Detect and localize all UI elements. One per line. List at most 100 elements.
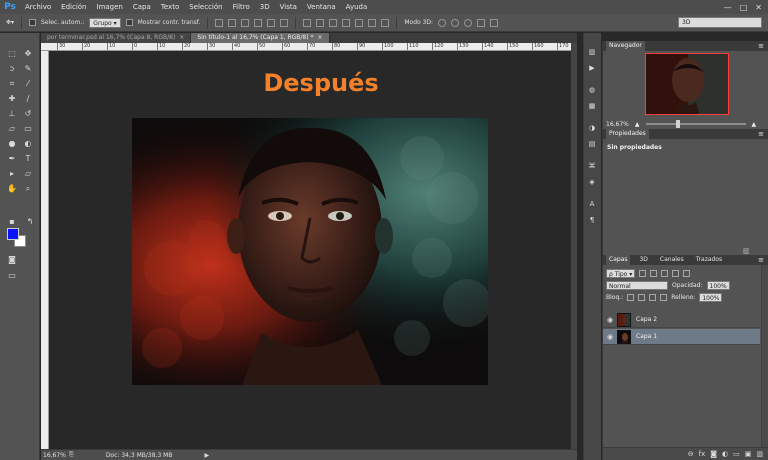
distribute-hcenter-icon[interactable] [355, 18, 364, 27]
align-left-icon[interactable] [254, 18, 263, 27]
tab-trazados[interactable]: Trazados [693, 255, 725, 265]
adjustment-layer-icon[interactable]: ◐ [722, 450, 728, 458]
filter-adjustment-icon[interactable] [650, 269, 658, 277]
align-top-icon[interactable] [215, 18, 224, 27]
zoom-slider-handle[interactable] [675, 120, 680, 128]
menu-ayuda[interactable]: Ayuda [341, 0, 373, 14]
auto-select-checkbox[interactable] [29, 19, 37, 26]
paragraph-icon[interactable]: ¶ [587, 215, 597, 225]
visibility-eye-icon[interactable]: ◉ [603, 316, 617, 324]
shape-tool-icon[interactable]: ▱ [22, 169, 34, 179]
brush-tool-icon[interactable]: ∕ [22, 94, 34, 104]
screen-mode-icon[interactable]: ▭ [6, 271, 18, 281]
rotate-3d-icon[interactable] [438, 18, 447, 27]
color-icon[interactable]: ◍ [587, 85, 597, 95]
move-tool-icon[interactable]: ✥ [22, 49, 34, 59]
pen-tool-icon[interactable]: ✒ [6, 154, 18, 164]
clone-stamp-icon[interactable]: ⊥ [6, 109, 18, 119]
navigator-thumbnail[interactable] [645, 53, 729, 115]
close-button[interactable]: ✕ [755, 3, 762, 12]
eyedropper-icon[interactable]: ⁄ [22, 79, 34, 89]
magic-wand-icon[interactable]: ✎ [22, 64, 34, 74]
layer-row-capa-1[interactable]: ◉ Capa 1 [603, 329, 760, 345]
new-layer-icon[interactable]: ▣ [745, 450, 752, 458]
panel-menu-icon[interactable]: ≡ [758, 42, 768, 50]
menu-3d[interactable]: 3D [255, 0, 275, 14]
hand-tool-icon[interactable]: ✋ [6, 184, 18, 194]
align-right-icon[interactable] [280, 18, 289, 27]
menu-edicion[interactable]: Edición [56, 0, 91, 14]
healing-brush-icon[interactable]: ✚ [6, 94, 18, 104]
styles-icon[interactable]: ▤ [587, 139, 597, 149]
close-tab-icon[interactable]: × [179, 34, 184, 41]
document-canvas[interactable]: Después [49, 51, 571, 449]
close-tab-icon[interactable]: × [318, 34, 323, 41]
navigator-zoom-slider[interactable] [645, 120, 746, 128]
layer-style-icon[interactable]: fx [699, 450, 706, 458]
menu-seleccion[interactable]: Selección [184, 0, 227, 14]
link-layers-icon[interactable]: ⊖ [688, 450, 694, 458]
dodge-tool-icon[interactable]: ◐ [22, 139, 34, 149]
lock-pixels-icon[interactable] [638, 293, 646, 301]
distribute-vcenter-icon[interactable] [316, 18, 325, 27]
align-vcenter-icon[interactable] [228, 18, 237, 27]
drag-3d-icon[interactable] [464, 18, 473, 27]
menu-vista[interactable]: Vista [275, 0, 302, 14]
maximize-button[interactable]: □ [740, 3, 748, 12]
filter-smart-object-icon[interactable] [683, 269, 691, 277]
menu-archivo[interactable]: Archivo [20, 0, 56, 14]
scale-3d-icon[interactable] [490, 18, 499, 27]
foreground-color-swatch[interactable] [7, 228, 19, 240]
align-bottom-icon[interactable] [241, 18, 250, 27]
lasso-tool-icon[interactable]: ↄ [6, 64, 18, 74]
visibility-eye-icon[interactable]: ◉ [603, 333, 617, 341]
distribute-top-icon[interactable] [303, 18, 312, 27]
minimize-button[interactable]: — [724, 3, 732, 12]
menu-ventana[interactable]: Ventana [302, 0, 341, 14]
character-icon[interactable]: A [587, 199, 597, 209]
opacity-input[interactable]: 100% [706, 280, 730, 290]
swatches-icon[interactable]: ▦ [587, 101, 597, 111]
roll-3d-icon[interactable] [451, 18, 460, 27]
adjustments-icon[interactable]: ◑ [587, 123, 597, 133]
menu-imagen[interactable]: Imagen [92, 0, 128, 14]
distribute-bottom-icon[interactable] [329, 18, 338, 27]
filter-shape-icon[interactable] [672, 269, 680, 277]
canvas-vertical-scrollbar[interactable] [571, 43, 577, 449]
actions-play-icon[interactable]: ▶ [587, 63, 597, 73]
workspace-select[interactable]: 3D [678, 17, 762, 28]
histogram-icon[interactable]: ▥ [587, 47, 597, 57]
layer-row-capa-2[interactable]: ◉ Capa 2 [603, 312, 760, 328]
properties-tab[interactable]: Propiedades [606, 129, 649, 139]
distribute-left-icon[interactable] [342, 18, 351, 27]
quick-mask-icon[interactable]: ◙ [6, 255, 18, 265]
panel-menu-icon[interactable]: ≡ [758, 256, 768, 264]
eraser-icon[interactable]: ▱ [6, 124, 18, 134]
menu-filtro[interactable]: Filtro [228, 0, 255, 14]
show-transform-checkbox[interactable] [125, 19, 133, 26]
slide-3d-icon[interactable] [477, 18, 486, 27]
status-menu-arrow-icon[interactable]: ▶ [204, 452, 209, 459]
zoom-in-icon[interactable]: ▲ [752, 121, 757, 128]
layers-scrollbar[interactable] [761, 265, 768, 459]
filter-pixel-icon[interactable] [639, 269, 647, 277]
tab-3d[interactable]: 3D [636, 255, 650, 265]
marquee-tool-icon[interactable]: ⬚ [6, 49, 18, 59]
new-group-icon[interactable]: ▭ [733, 450, 740, 458]
zoom-out-icon[interactable]: ▲ [635, 121, 640, 128]
layer-filter-select[interactable]: ρ Tipo ▾ [606, 268, 636, 278]
trash-icon[interactable]: ▥ [743, 247, 750, 255]
crop-tool-icon[interactable]: ⌗ [6, 79, 18, 89]
tab-sin-titulo[interactable]: Sin título-1 al 16,7% (Capa 1, RGB/8) * × [191, 33, 330, 43]
menu-capa[interactable]: Capa [128, 0, 156, 14]
menu-texto[interactable]: Texto [156, 0, 184, 14]
panel-menu-icon[interactable]: ≡ [758, 130, 768, 138]
distribute-right-icon[interactable] [368, 18, 377, 27]
blur-tool-icon[interactable]: ● [6, 139, 18, 149]
tab-canales[interactable]: Canales [657, 255, 687, 265]
auto-align-icon[interactable] [381, 18, 390, 27]
zoom-tool-icon[interactable]: ⌕ [22, 184, 34, 194]
lock-transparency-icon[interactable] [627, 293, 635, 301]
tab-capas[interactable]: Capas [606, 255, 631, 265]
navigator-tab[interactable]: Navegador [606, 41, 645, 51]
